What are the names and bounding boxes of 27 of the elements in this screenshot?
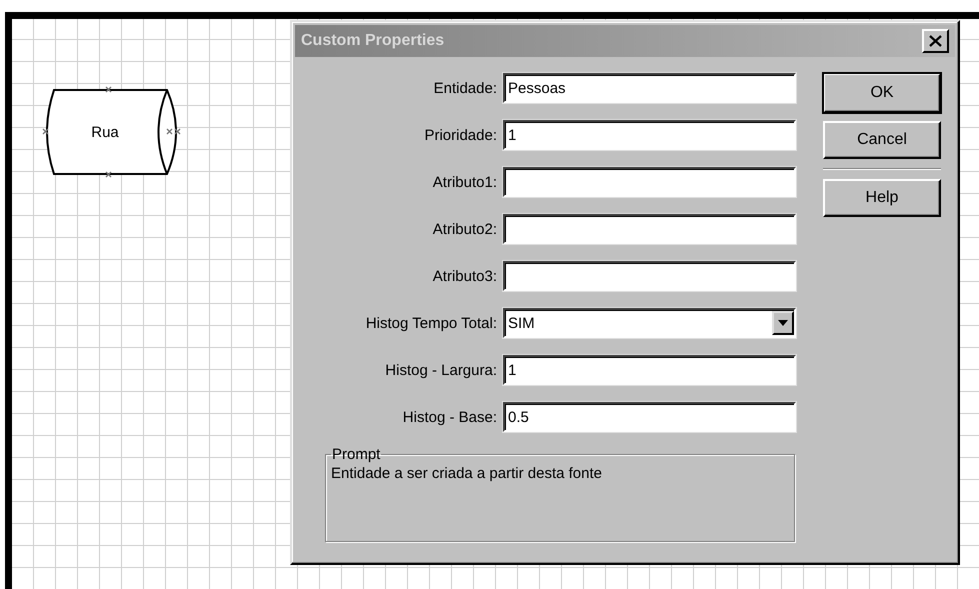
field-label: Prioridade: bbox=[423, 126, 497, 144]
input-field[interactable]: 1 bbox=[503, 355, 796, 385]
window-title: Custom Properties bbox=[301, 32, 444, 50]
shape-label: Rua bbox=[91, 124, 119, 141]
field-label: Atributo2: bbox=[432, 220, 497, 238]
group-title: Prompt bbox=[331, 446, 382, 463]
field-label: Histog - Largura: bbox=[384, 362, 497, 378]
input-field[interactable]: 0.5 bbox=[503, 402, 796, 432]
field-label: Atributo3: bbox=[432, 268, 497, 284]
field-label: Histog Tempo Total: bbox=[364, 314, 497, 332]
caret-icon bbox=[778, 320, 788, 326]
dropdown-button[interactable] bbox=[772, 311, 794, 335]
input-field[interactable]: 1 bbox=[503, 120, 796, 150]
input-field[interactable]: Pessoas bbox=[503, 73, 796, 103]
dialog-button[interactable]: OK bbox=[823, 73, 941, 113]
input-field[interactable] bbox=[503, 214, 796, 244]
dialog-button[interactable]: Help bbox=[823, 179, 941, 217]
close-icon bbox=[929, 35, 942, 47]
dialog-button[interactable]: Cancel bbox=[823, 121, 941, 159]
field-label: Histog - Base: bbox=[402, 408, 497, 426]
field-label: Entidade: bbox=[432, 80, 497, 96]
input-field[interactable] bbox=[503, 167, 796, 197]
close-button[interactable] bbox=[922, 29, 949, 53]
input-field[interactable] bbox=[503, 261, 796, 291]
field-label: Atributo1: bbox=[432, 174, 497, 190]
dropdown-field[interactable]: SIM bbox=[503, 308, 796, 338]
prompt-text: Entidade a ser criada a partir desta fonte bbox=[331, 465, 603, 482]
